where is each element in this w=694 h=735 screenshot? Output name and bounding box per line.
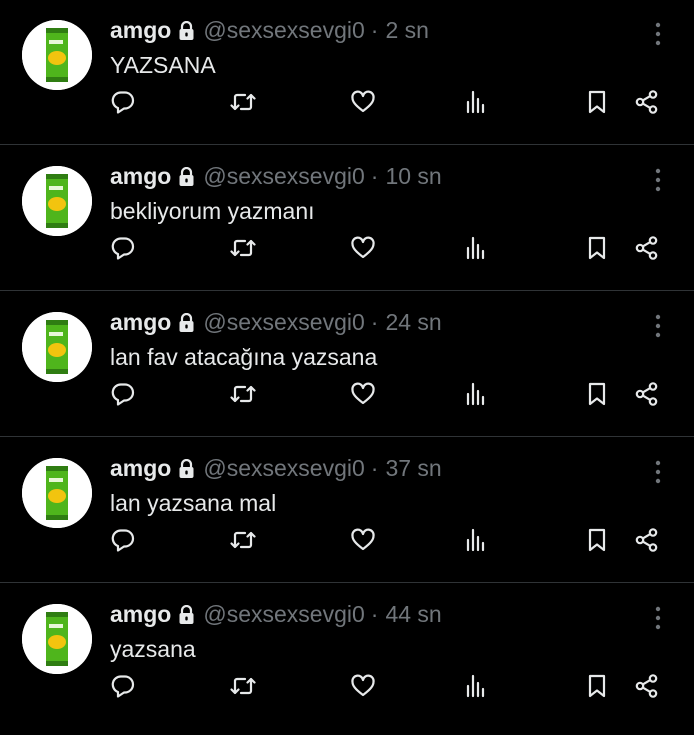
- tweet-header: amgo @sexsexsevgi0 · 24 sn: [110, 306, 442, 338]
- views-icon[interactable]: [460, 524, 492, 556]
- avatar[interactable]: [22, 166, 92, 236]
- like-icon[interactable]: [347, 378, 379, 410]
- like-icon[interactable]: [347, 524, 379, 556]
- action-bar: [0, 86, 694, 122]
- lock-icon: [178, 20, 195, 40]
- timestamp[interactable]: 10 sn: [385, 163, 441, 190]
- reply-icon[interactable]: [107, 86, 139, 118]
- more-icon[interactable]: [650, 166, 666, 194]
- like-icon[interactable]: [347, 232, 379, 264]
- action-bar: [0, 232, 694, 268]
- share-icon[interactable]: [631, 232, 663, 264]
- reply-icon[interactable]: [107, 524, 139, 556]
- views-icon[interactable]: [460, 232, 492, 264]
- views-icon[interactable]: [460, 670, 492, 702]
- tweet-text: YAZSANA: [110, 52, 216, 78]
- display-name[interactable]: amgo: [110, 17, 171, 44]
- display-name[interactable]: amgo: [110, 455, 171, 482]
- lock-icon: [178, 458, 195, 478]
- action-bar: [0, 524, 694, 560]
- like-icon[interactable]: [347, 86, 379, 118]
- more-icon[interactable]: [650, 20, 666, 48]
- timeline: amgo @sexsexsevgi0 · 2 sn YAZSANA amgo @…: [0, 0, 694, 735]
- more-icon[interactable]: [650, 604, 666, 632]
- tweet[interactable]: amgo @sexsexsevgi0 · 44 sn yazsana: [0, 584, 694, 729]
- tweet[interactable]: amgo @sexsexsevgi0 · 24 sn lan fav ataca…: [0, 292, 694, 437]
- tweet-text: bekliyorum yazmanı: [110, 198, 315, 224]
- share-icon[interactable]: [631, 378, 663, 410]
- handle[interactable]: @sexsexsevgi0: [203, 601, 364, 628]
- separator-dot: ·: [370, 454, 379, 481]
- like-icon[interactable]: [347, 670, 379, 702]
- more-icon[interactable]: [650, 312, 666, 340]
- views-icon[interactable]: [460, 378, 492, 410]
- avatar[interactable]: [22, 458, 92, 528]
- reply-icon[interactable]: [107, 378, 139, 410]
- display-name[interactable]: amgo: [110, 601, 171, 628]
- bookmark-icon[interactable]: [581, 670, 613, 702]
- more-icon[interactable]: [650, 458, 666, 486]
- reply-icon[interactable]: [107, 670, 139, 702]
- display-name[interactable]: amgo: [110, 163, 171, 190]
- tweet[interactable]: amgo @sexsexsevgi0 · 2 sn YAZSANA: [0, 0, 694, 145]
- reply-icon[interactable]: [107, 232, 139, 264]
- tweet-header: amgo @sexsexsevgi0 · 44 sn: [110, 598, 442, 630]
- handle[interactable]: @sexsexsevgi0: [203, 163, 364, 190]
- timestamp[interactable]: 24 sn: [385, 309, 441, 336]
- tweet-header: amgo @sexsexsevgi0 · 2 sn: [110, 14, 429, 46]
- tweet-text: yazsana: [110, 636, 196, 662]
- retweet-icon[interactable]: [227, 232, 259, 264]
- action-bar: [0, 378, 694, 414]
- separator-dot: ·: [370, 16, 379, 43]
- avatar[interactable]: [22, 20, 92, 90]
- tweet-header: amgo @sexsexsevgi0 · 37 sn: [110, 452, 442, 484]
- tweet-header: amgo @sexsexsevgi0 · 10 sn: [110, 160, 442, 192]
- share-icon[interactable]: [631, 670, 663, 702]
- bookmark-icon[interactable]: [581, 378, 613, 410]
- retweet-icon[interactable]: [227, 378, 259, 410]
- bookmark-icon[interactable]: [581, 232, 613, 264]
- separator-dot: ·: [370, 600, 379, 627]
- timestamp[interactable]: 2 sn: [385, 17, 428, 44]
- separator-dot: ·: [370, 308, 379, 335]
- avatar[interactable]: [22, 604, 92, 674]
- retweet-icon[interactable]: [227, 86, 259, 118]
- tweet-text: lan yazsana mal: [110, 490, 277, 516]
- lock-icon: [178, 604, 195, 624]
- avatar[interactable]: [22, 312, 92, 382]
- display-name[interactable]: amgo: [110, 309, 171, 336]
- views-icon[interactable]: [460, 86, 492, 118]
- retweet-icon[interactable]: [227, 524, 259, 556]
- retweet-icon[interactable]: [227, 670, 259, 702]
- tweet[interactable]: amgo @sexsexsevgi0 · 37 sn lan yazsana m…: [0, 438, 694, 583]
- handle[interactable]: @sexsexsevgi0: [203, 309, 364, 336]
- handle[interactable]: @sexsexsevgi0: [203, 17, 364, 44]
- lock-icon: [178, 312, 195, 332]
- tweet[interactable]: amgo @sexsexsevgi0 · 10 sn bekliyorum ya…: [0, 146, 694, 291]
- tweet-text: lan fav atacağına yazsana: [110, 344, 378, 370]
- lock-icon: [178, 166, 195, 186]
- share-icon[interactable]: [631, 86, 663, 118]
- bookmark-icon[interactable]: [581, 524, 613, 556]
- handle[interactable]: @sexsexsevgi0: [203, 455, 364, 482]
- separator-dot: ·: [370, 162, 379, 189]
- action-bar: [0, 670, 694, 706]
- timestamp[interactable]: 37 sn: [385, 455, 441, 482]
- timestamp[interactable]: 44 sn: [385, 601, 441, 628]
- bookmark-icon[interactable]: [581, 86, 613, 118]
- share-icon[interactable]: [631, 524, 663, 556]
